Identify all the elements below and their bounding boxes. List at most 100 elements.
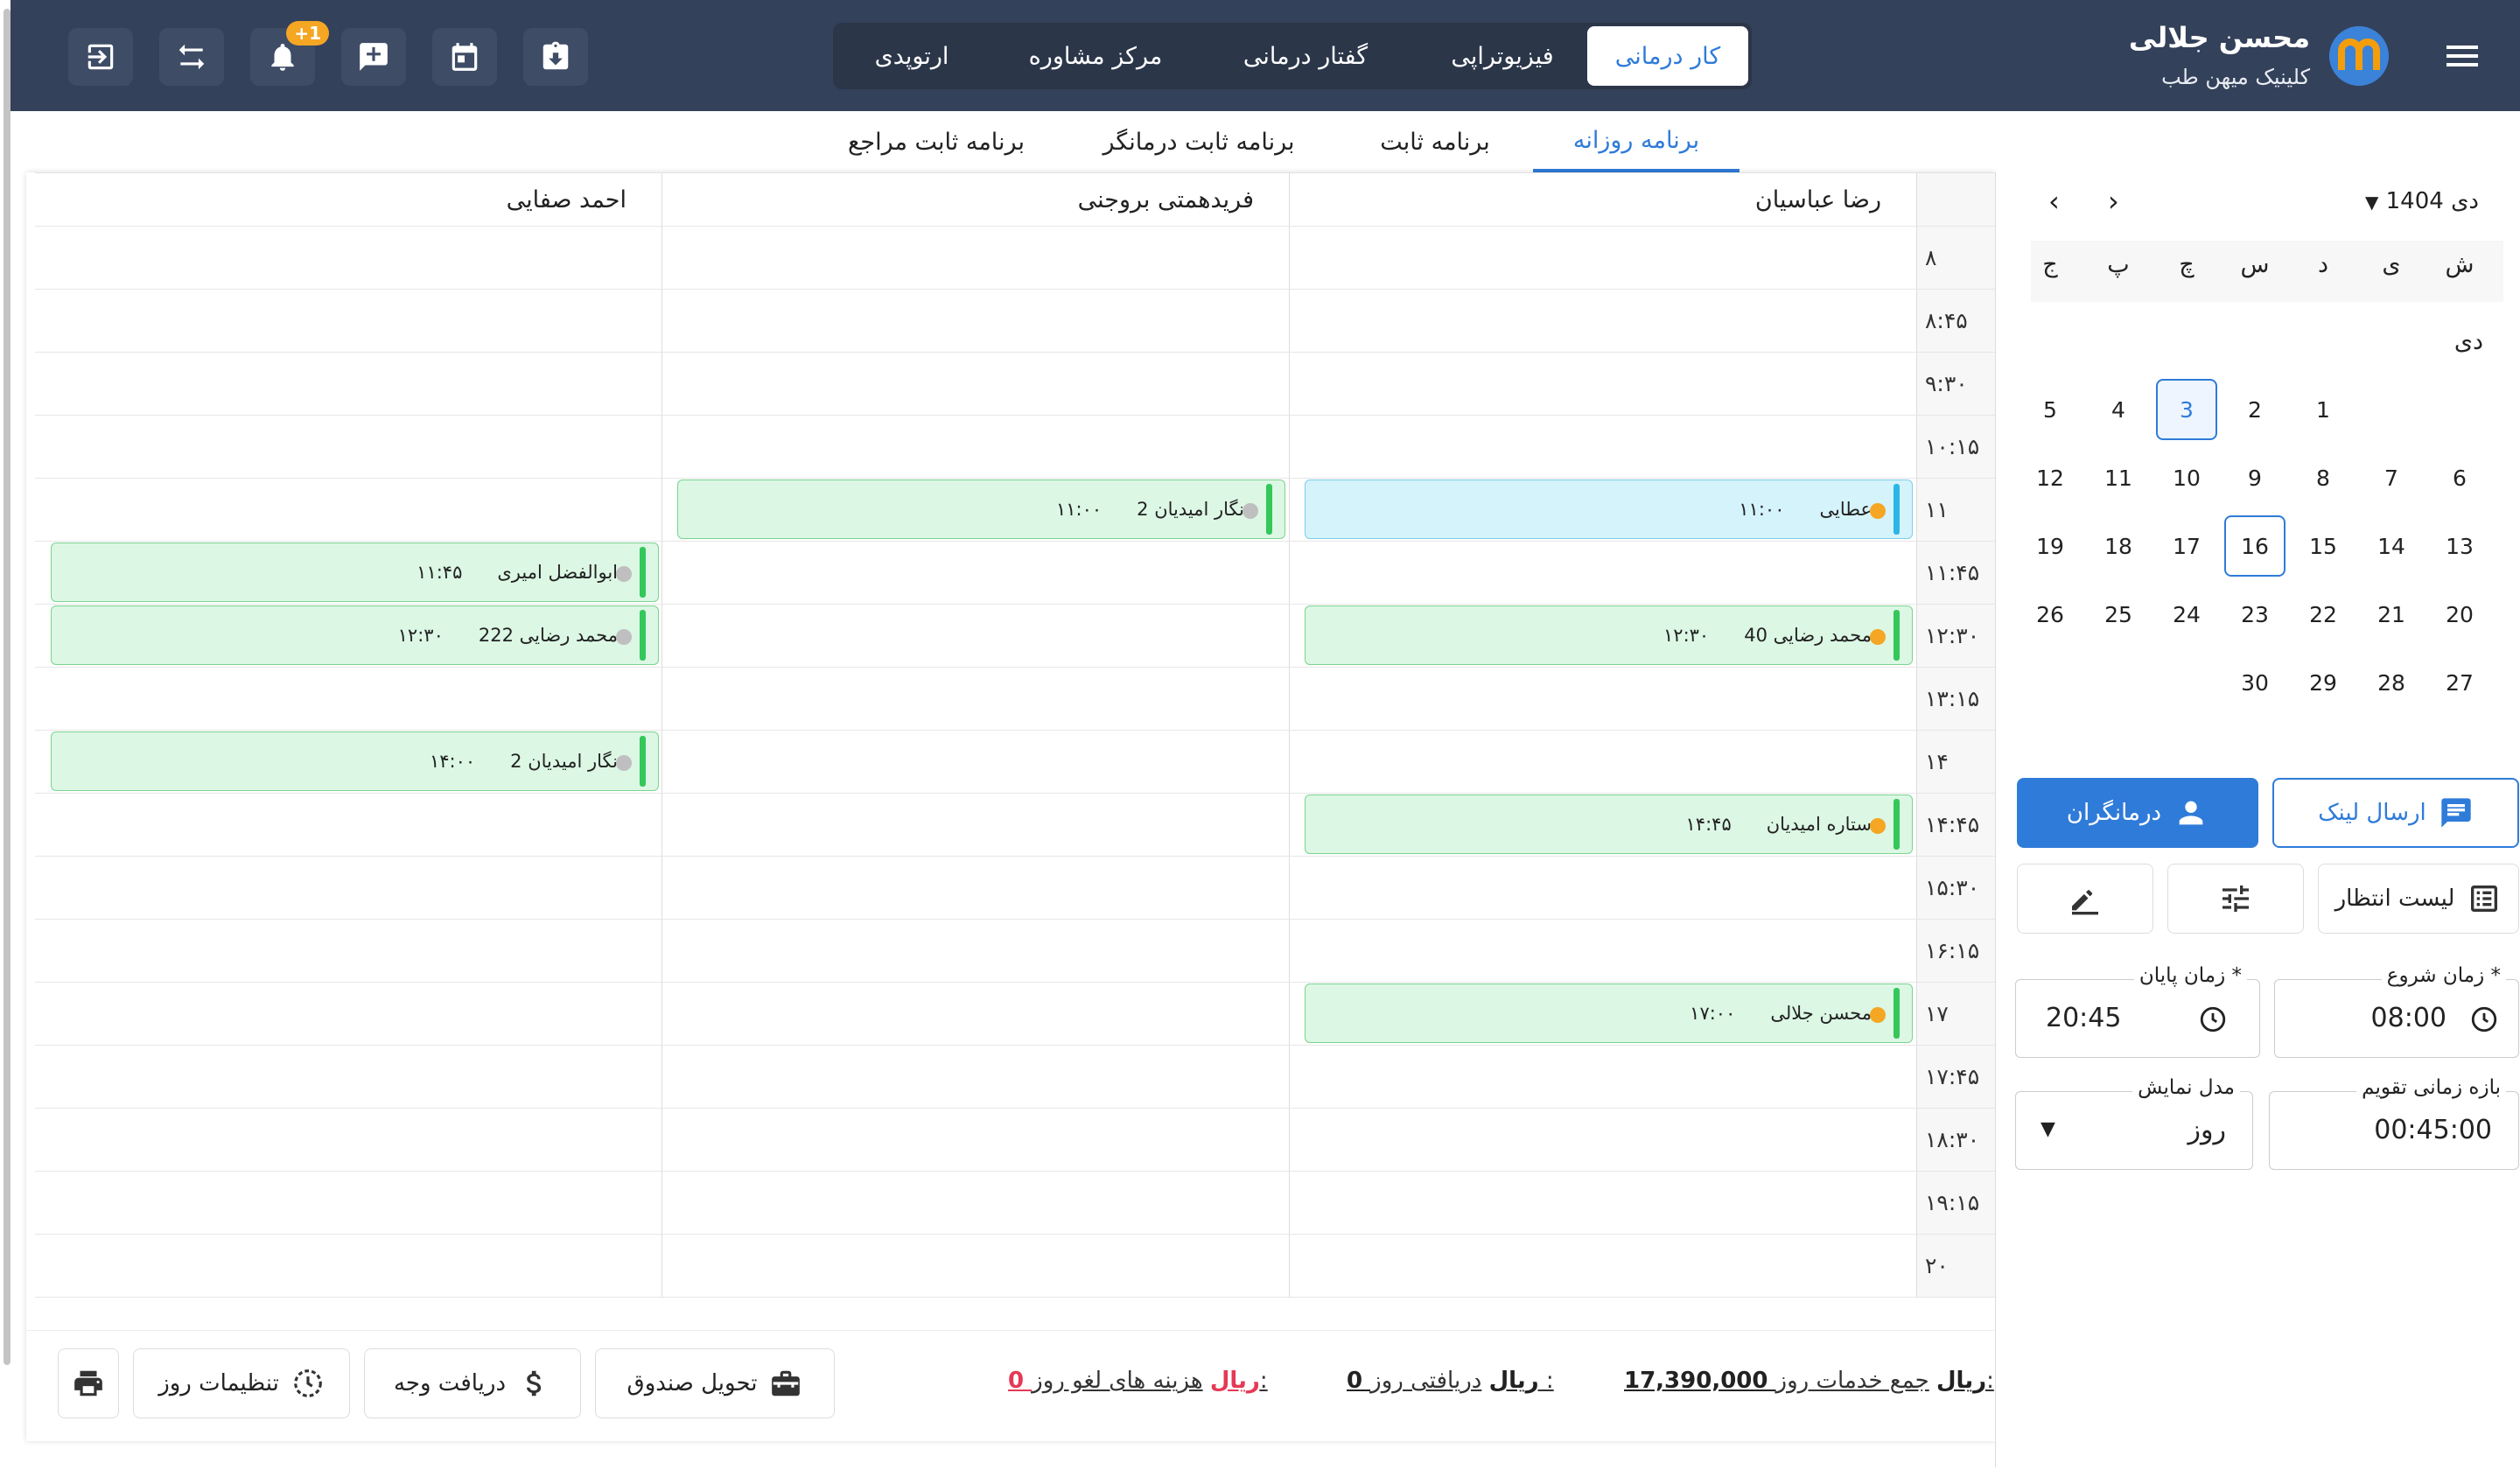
calendar-day[interactable]: 18	[2088, 515, 2149, 577]
filters-button[interactable]	[2167, 864, 2304, 934]
edit-button[interactable]	[2017, 864, 2153, 934]
tab-counseling-center[interactable]: مرکز مشاوره	[999, 23, 1192, 89]
appointment-time: ۱۱:۰۰	[1055, 499, 1102, 520]
time-label: ۸	[1925, 245, 1937, 270]
calendar-icon	[452, 43, 478, 71]
waiting-list-button[interactable]: لیست انتظار	[2318, 864, 2519, 934]
calendar-day[interactable]: 16	[2224, 515, 2286, 577]
switch-button[interactable]	[159, 28, 224, 86]
cash-handover-button[interactable]: تحویل صندوق	[595, 1348, 835, 1418]
time-label: ۱۴:۴۵	[1925, 812, 1980, 837]
row-divider	[35, 919, 1995, 920]
start-time-field[interactable]: زمان شروع * 08:00	[2274, 964, 2519, 1058]
status-dot	[1870, 818, 1886, 834]
row-divider	[35, 730, 1995, 731]
weekday-label: س	[2240, 251, 2270, 278]
end-time-field[interactable]: زمان پایان * 20:45	[2015, 964, 2260, 1058]
swap-icon	[178, 44, 205, 70]
calendar-day[interactable]: 20	[2429, 584, 2490, 645]
tab-physiotherapy[interactable]: فیزیوتراپی	[1419, 23, 1586, 89]
calendar-day[interactable]: 6	[2429, 447, 2490, 508]
calendar-day[interactable]: 1	[2292, 379, 2354, 440]
appointment-card[interactable]: ۱۴:۰۰ نگار امیدیان 2	[51, 732, 659, 791]
calendar-day[interactable]: 26	[2020, 584, 2081, 645]
chevron-right-icon: ›	[2108, 185, 2119, 218]
calendar-day[interactable]: 27	[2429, 652, 2490, 713]
scrollbar-thumb[interactable]	[4, 9, 10, 1365]
clinic-logo	[2329, 26, 2389, 86]
tab-client-fixed-schedule[interactable]: برنامه ثابت مراجع	[831, 111, 1041, 172]
add-message-button[interactable]	[341, 28, 406, 86]
hamburger-menu-icon[interactable]	[2441, 35, 2483, 77]
clinic-tabs: ارتوپدی مرکز مشاوره گفتار درمانی فیزیوتر…	[833, 23, 1752, 89]
daily-schedule-grid: رضا عباسیان فریدهمتی بروجنی احمد صفایی ۸…	[35, 172, 1995, 1298]
calendar-day[interactable]: 21	[2361, 584, 2422, 645]
appointment-card[interactable]: ۱۴:۴۵ ستاره امیدیان	[1305, 794, 1913, 854]
next-month-button[interactable]: ›	[2108, 185, 2119, 218]
calendar-day[interactable]: 25	[2088, 584, 2149, 645]
appointment-card[interactable]: ۱۲:۳۰ محمد رضایی 40	[1305, 606, 1913, 665]
appointment-time: ۱۲:۳۰	[1663, 625, 1710, 646]
calendar-day[interactable]: 15	[2292, 515, 2354, 577]
send-link-button[interactable]: ارسال لینک	[2272, 778, 2519, 848]
view-mode-select[interactable]: مدل نمایش روز ▼	[2015, 1076, 2253, 1170]
notifications-button[interactable]: +1	[250, 21, 329, 86]
calendar-day[interactable]: 22	[2292, 584, 2354, 645]
calendar-day[interactable]: 7	[2361, 447, 2422, 508]
logout-button[interactable]	[68, 28, 133, 86]
message-icon	[2441, 798, 2471, 828]
tab-daily-schedule[interactable]: برنامه روزانه	[1533, 111, 1740, 172]
row-divider	[35, 541, 1995, 542]
tab-fixed-schedule[interactable]: برنامه ثابت	[1365, 111, 1505, 172]
calendar-day[interactable]: 9	[2224, 447, 2286, 508]
tab-occupational-therapy[interactable]: کار درمانی	[1587, 26, 1748, 86]
calendar-button[interactable]	[432, 28, 497, 86]
calendar-day[interactable]: 14	[2361, 515, 2422, 577]
row-divider	[35, 793, 1995, 794]
tab-therapist-fixed-schedule[interactable]: برنامه ثابت درمانگر	[1085, 111, 1312, 172]
calendar-day[interactable]: 24	[2156, 584, 2217, 645]
clipboard-button[interactable]	[523, 28, 588, 86]
time-label: ۱۷	[1925, 1001, 1949, 1026]
day-settings-button[interactable]: تنظیمات روز	[133, 1348, 350, 1418]
calendar-interval-field[interactable]: بازه زمانی تقویم 00:45:00	[2269, 1076, 2519, 1170]
calendar-day[interactable]: 30	[2224, 652, 2286, 713]
calendar-month-select[interactable]: ▼ 1404 دی	[2365, 188, 2479, 214]
appointment-time: ۱۴:۰۰	[429, 751, 476, 772]
end-time-label: زمان پایان *	[2133, 964, 2247, 987]
clock-icon[interactable]	[2469, 1004, 2499, 1034]
receive-payment-button[interactable]: دریافت وجه	[364, 1348, 581, 1418]
tab-orthopedics[interactable]: ارتوپدی	[842, 23, 982, 89]
appointment-card[interactable]: ۱۷:۰۰ محسن جلالی	[1305, 984, 1913, 1043]
calendar-day[interactable]: 29	[2292, 652, 2354, 713]
page-scrollbar[interactable]	[0, 0, 10, 1470]
appointment-name: ابوالفضل امیری	[497, 562, 618, 583]
calendar-day[interactable]: 13	[2429, 515, 2490, 577]
appointment-card[interactable]: ۱۱:۰۰ نگار امیدیان 2	[677, 480, 1285, 539]
clock-icon[interactable]	[2198, 1004, 2228, 1034]
calendar-day[interactable]: 8	[2292, 447, 2354, 508]
bell-icon	[271, 43, 294, 71]
row-divider	[35, 1171, 1995, 1172]
calendar-day[interactable]: 28	[2361, 652, 2422, 713]
calendar-day[interactable]: 17	[2156, 515, 2217, 577]
appointment-card[interactable]: ۱۲:۳۰ محمد رضایی 222	[51, 606, 659, 665]
calendar-day[interactable]: 11	[2088, 447, 2149, 508]
calendar-day[interactable]: 4	[2088, 379, 2149, 440]
prev-month-button[interactable]: ‹	[2048, 185, 2060, 218]
row-divider	[35, 667, 1995, 668]
calendar-day[interactable]: 19	[2020, 515, 2081, 577]
calendar-day[interactable]: 3	[2156, 379, 2217, 440]
calendar-day[interactable]: 23	[2224, 584, 2286, 645]
chevron-left-icon: ‹	[2048, 185, 2060, 218]
calendar-day[interactable]: 5	[2020, 379, 2081, 440]
print-button[interactable]	[58, 1348, 119, 1418]
tab-speech-therapy[interactable]: گفتار درمانی	[1209, 23, 1402, 89]
pencil-icon	[2072, 890, 2098, 915]
calendar-day[interactable]: 10	[2156, 447, 2217, 508]
therapists-button[interactable]: درمانگران	[2017, 778, 2258, 848]
calendar-day[interactable]: 2	[2224, 379, 2286, 440]
appointment-card[interactable]: ۱۱:۰۰ عطایی	[1305, 480, 1913, 539]
calendar-day[interactable]: 12	[2020, 447, 2081, 508]
appointment-card[interactable]: ۱۱:۴۵ ابوالفضل امیری	[51, 542, 659, 602]
